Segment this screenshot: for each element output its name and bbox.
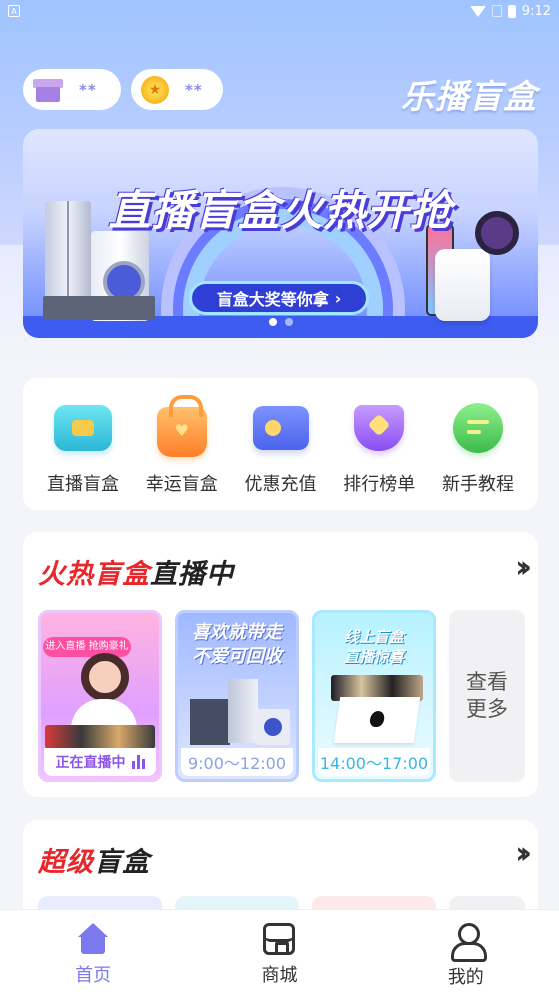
pagination-dot[interactable]	[268, 318, 277, 326]
prize-image	[45, 725, 155, 749]
promo-banner[interactable]: 直播盲盒火热开抢 盲盒大奖等你拿 ›	[23, 129, 538, 338]
section-title: 火热盲盒 直播中	[38, 552, 234, 591]
nav-label: 新手教程	[442, 474, 514, 495]
see-more-label: 查看更多	[466, 670, 508, 721]
trophy-icon	[354, 405, 405, 451]
card-title: 线上盲盒 直播惊喜	[343, 628, 404, 666]
hot-live-section: 火热盲盒 直播中 ›› 进入直播 抢购豪礼 正在直播中 喜欢就带走 不爱可回收 …	[23, 532, 538, 797]
live-card-afternoon[interactable]: 线上盲盒 直播惊喜 14:00～17:00	[312, 610, 436, 782]
banner-pagination	[23, 318, 538, 326]
nav-tutorial[interactable]: 新手教程	[432, 398, 524, 510]
quick-nav-card: 直播盲盒 幸运盲盒 优惠充值 排行榜单 新手教程	[23, 378, 538, 510]
live-status-badge: 正在直播中	[44, 748, 156, 776]
status-bar: A 9:12	[0, 0, 559, 22]
tab-label: 首页	[75, 965, 112, 986]
card-title: 喜欢就带走 不爱可回收	[192, 622, 282, 667]
section-title-highlight: 火热盲盒	[38, 559, 150, 590]
coin-icon: ★	[141, 75, 169, 104]
time-slot-badge: 14:00～17:00	[318, 748, 430, 776]
tab-label: 商城	[261, 965, 298, 986]
box-balance-value: **	[79, 80, 97, 99]
banner-cta-button[interactable]: 盲盒大奖等你拿 ›	[189, 281, 369, 315]
section-title-highlight: 超级	[38, 847, 94, 878]
nav-label: 排行榜单	[343, 474, 416, 495]
section-title-rest: 直播中	[150, 559, 234, 590]
tab-label: 我的	[447, 967, 484, 988]
shop-icon	[263, 923, 296, 955]
coin-balance-value: **	[185, 80, 203, 99]
time-slot-badge: 9:00～12:00	[181, 748, 293, 776]
live-tag: 进入直播 抢购豪礼	[43, 637, 131, 657]
bottom-tab-bar: 首页 商城 我的	[0, 909, 559, 997]
status-time: 9:12	[521, 3, 551, 19]
blind-box-icon	[33, 77, 63, 103]
apple-box-image	[333, 697, 421, 743]
nav-discount-recharge[interactable]: 优惠充值	[235, 398, 327, 510]
nav-label: 优惠充值	[244, 474, 317, 495]
nav-label: 直播盲盒	[47, 474, 119, 495]
chevron-right-icon: ›	[334, 288, 342, 308]
tv-play-icon	[54, 405, 112, 451]
section-title-rest: 盲盒	[94, 847, 150, 878]
live-card-morning[interactable]: 喜欢就带走 不爱可回收 9:00～12:00	[175, 610, 299, 782]
double-chevron-right-icon[interactable]: ››	[515, 550, 531, 585]
see-more-card[interactable]: 查看更多	[449, 610, 525, 782]
lucky-bag-icon	[156, 395, 207, 457]
live-card-now[interactable]: 进入直播 抢购豪礼 正在直播中	[38, 610, 162, 782]
profile-icon	[450, 923, 487, 962]
microwave-image	[43, 296, 155, 320]
live-signal-icon	[131, 755, 145, 769]
tab-shop[interactable]: 商城	[219, 923, 339, 987]
live-status-text: 正在直播中	[55, 755, 126, 771]
live-card-row: 进入直播 抢购豪礼 正在直播中 喜欢就带走 不爱可回收 9:00～12:00 线…	[38, 610, 525, 782]
appliance-image	[256, 709, 290, 745]
nav-leaderboard[interactable]: 排行榜单	[333, 398, 425, 510]
nav-lucky-blind-box[interactable]: 幸运盲盒	[136, 395, 228, 510]
wallet-icon	[252, 406, 309, 450]
app-notification-icon: A	[8, 5, 20, 17]
coin-balance-pill[interactable]: ★ **	[131, 69, 223, 110]
nav-label: 幸运盲盒	[145, 474, 218, 495]
banner-headline: 直播盲盒火热开抢	[108, 186, 453, 235]
tab-home[interactable]: 首页	[33, 923, 153, 987]
battery-icon	[507, 4, 516, 18]
sim-icon	[491, 5, 502, 17]
double-chevron-right-icon[interactable]: ››	[515, 836, 531, 871]
pagination-dot[interactable]	[284, 318, 293, 326]
brand-logo: 乐播盲盒	[401, 77, 537, 116]
earbuds-image	[435, 249, 490, 321]
banner-cta-label: 盲盒大奖等你拿	[216, 290, 329, 309]
tutorial-icon	[453, 403, 503, 453]
section-title: 超级 盲盒	[38, 840, 150, 879]
wifi-icon	[469, 5, 486, 17]
nav-live-blind-box[interactable]: 直播盲盒	[37, 398, 129, 510]
tab-profile[interactable]: 我的	[406, 923, 526, 989]
box-balance-pill[interactable]: **	[23, 69, 121, 110]
host-image	[81, 653, 129, 701]
home-icon	[76, 923, 110, 955]
